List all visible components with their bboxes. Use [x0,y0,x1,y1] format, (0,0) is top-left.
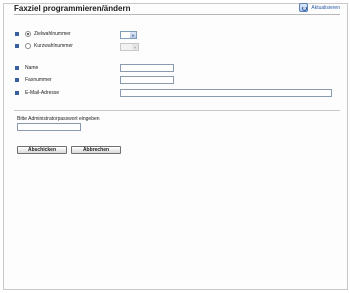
email-label: E-Mail-Adresse [25,90,60,96]
fax-row: Faxnummer [15,77,52,83]
bullet-icon [15,91,19,95]
cancel-button[interactable]: Abbrechen [71,146,121,154]
section-divider [14,110,340,111]
bullet-icon [15,78,19,82]
bullet-icon [15,32,19,36]
name-row: Name [15,65,38,71]
refresh-link[interactable]: Aktualisieren [299,3,340,12]
admin-password-prompt: Bitte Administratorpasswort eingeben [17,116,100,122]
bullet-icon [15,44,19,48]
page-title: Faxziel programmieren/ändern [14,4,131,13]
fax-label: Faxnummer [25,77,52,83]
speed-dial-radio[interactable] [25,43,31,49]
title-divider [14,14,340,15]
bullet-icon [15,66,19,70]
refresh-icon [299,3,309,12]
chevron-down-icon: ▼ [130,32,136,38]
admin-password-input[interactable] [17,123,81,131]
chevron-down-icon: ▼ [132,44,138,50]
speed-dial-row: Kurzwahlnummer [15,43,73,49]
dial-number-radio[interactable] [25,31,31,37]
name-label: Name [25,65,39,71]
speed-dial-select[interactable]: ▼ [120,43,139,51]
name-input[interactable] [120,64,174,72]
dial-number-select[interactable]: ▼ [120,31,137,39]
email-input[interactable] [120,89,332,97]
dial-number-label: Zielwahlnummer [34,31,71,37]
speed-dial-label: Kurzwahlnummer [34,43,73,49]
dial-number-row: Zielwahlnummer [15,31,71,37]
submit-button[interactable]: Abschicken [17,146,67,154]
email-row: E-Mail-Adresse [15,90,59,96]
refresh-label: Aktualisieren [311,4,340,11]
fax-number-input[interactable] [120,76,174,84]
